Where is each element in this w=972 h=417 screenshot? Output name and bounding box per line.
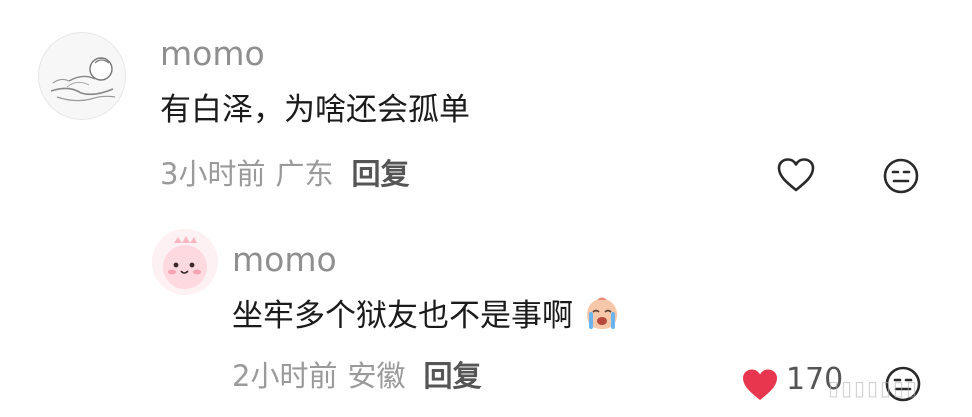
crying-face-emoji-icon — [586, 297, 617, 329]
avatar[interactable] — [152, 229, 218, 295]
avatar[interactable] — [38, 32, 126, 120]
comment-time: 3小时前 — [160, 157, 266, 191]
sketch-figure-icon — [39, 33, 125, 119]
heart-outline-icon — [777, 158, 815, 192]
watermark: ▯▯▯▯▯▯▯ — [828, 376, 920, 400]
comment-location: 广东 — [275, 157, 334, 191]
dislike-button[interactable] — [882, 157, 920, 195]
comment-meta: 3小时前 广东 回复 — [160, 160, 409, 189]
reply-button[interactable]: 回复 — [351, 157, 409, 191]
comment-location: 安徽 — [347, 359, 406, 393]
comment-username[interactable]: momo — [160, 37, 265, 70]
reply-button[interactable]: 回复 — [423, 359, 481, 393]
comment-text: 坐牢多个狱友也不是事啊 — [232, 296, 621, 332]
comment-text: 有白泽，为啥还会孤单 — [160, 92, 470, 128]
comment-username[interactable]: momo — [232, 243, 337, 276]
heart-filled-icon — [743, 369, 777, 400]
pink-dino-avatar-icon — [152, 229, 218, 295]
like-button[interactable] — [776, 157, 816, 193]
comment-time: 2小时前 — [232, 359, 338, 393]
comment-meta: 2小时前 安徽 回复 — [232, 362, 481, 391]
comment-text-body: 坐牢多个狱友也不是事啊 — [232, 298, 573, 334]
like-button[interactable] — [740, 367, 780, 403]
neutral-face-icon — [883, 158, 919, 194]
